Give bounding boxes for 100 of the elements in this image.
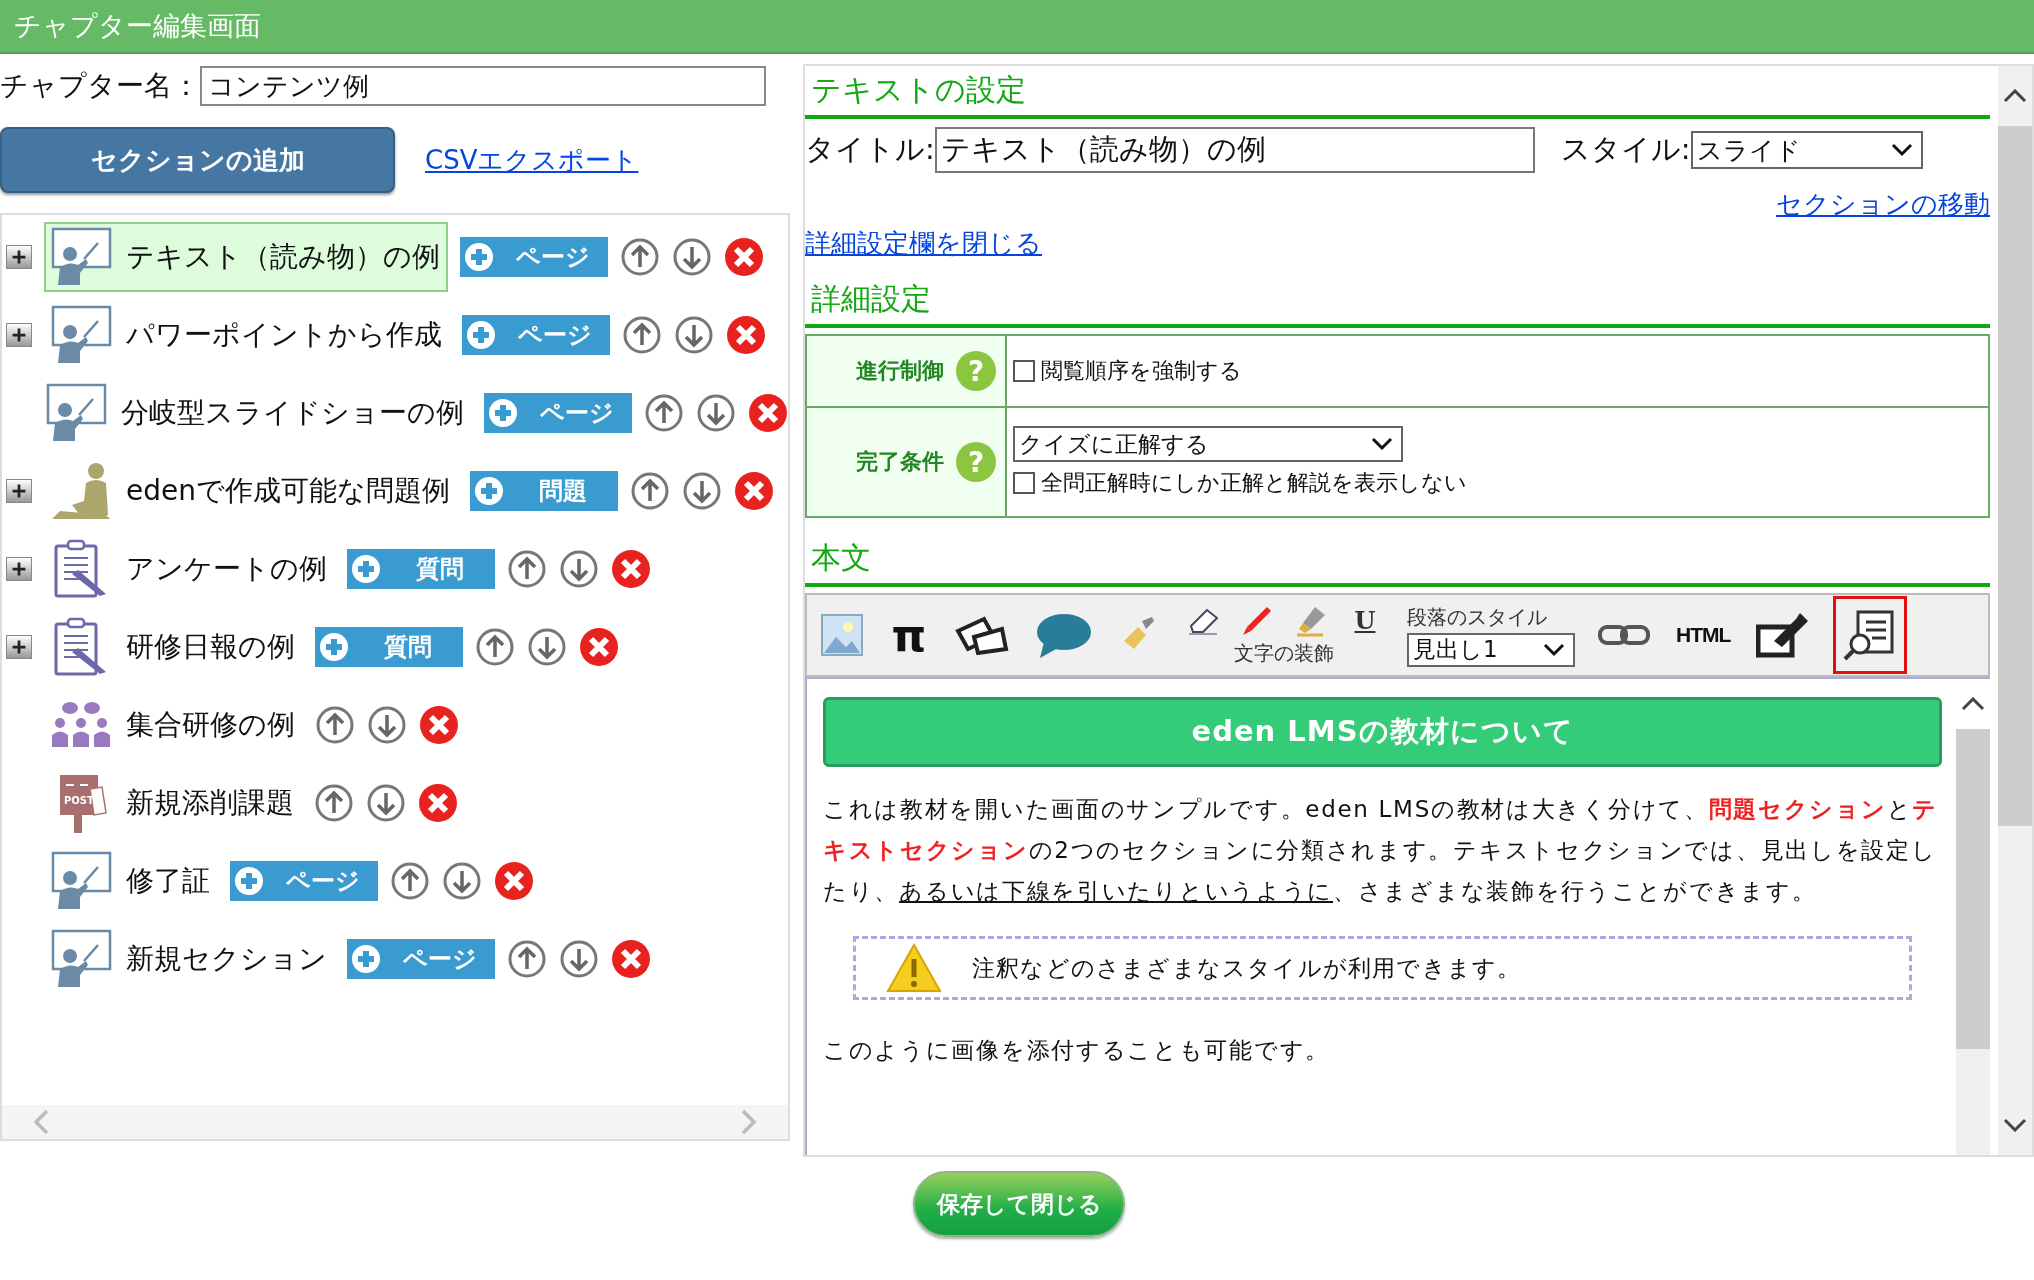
group-people-icon: [50, 701, 112, 749]
move-up-button[interactable]: [622, 315, 662, 355]
teacher-board-icon: [45, 383, 107, 443]
delete-button[interactable]: [418, 783, 458, 823]
toolbar-button[interactable]: U: [1343, 603, 1387, 638]
move-up-button[interactable]: [315, 705, 355, 745]
scroll-up-icon[interactable]: [2003, 89, 2027, 103]
scrollbar-thumb[interactable]: [1956, 729, 1990, 1049]
move-up-button[interactable]: [475, 627, 515, 667]
caret-icon: [1890, 143, 1913, 157]
section-heading: 本文: [805, 534, 1990, 587]
note-text: 注釈などのさまざまなスタイルが利用できます。: [972, 953, 1522, 983]
move-down-button[interactable]: [682, 471, 722, 511]
expand-icon[interactable]: [6, 635, 32, 659]
move-down-button[interactable]: [367, 705, 407, 745]
expand-icon[interactable]: [6, 557, 32, 581]
move-down-button[interactable]: [366, 783, 406, 823]
move-down-button[interactable]: [672, 237, 712, 277]
section-item[interactable]: 分岐型スライドショーの例: [39, 378, 472, 448]
section-heading: テキストの設定: [805, 66, 1990, 119]
move-up-button[interactable]: [507, 549, 547, 589]
pi-icon: π: [891, 609, 927, 661]
expand-icon[interactable]: [6, 245, 32, 269]
toolbar-button[interactable]: [1833, 596, 1908, 674]
chain-link-icon: [1598, 622, 1650, 648]
move-up-button[interactable]: [314, 783, 354, 823]
scroll-up-icon[interactable]: [1961, 697, 1985, 711]
move-down-button[interactable]: [674, 315, 714, 355]
title-field[interactable]: テキスト（読み物）の例: [934, 127, 1535, 173]
section-item[interactable]: アンケートの例: [44, 534, 335, 604]
add-section-button[interactable]: セクションの追加: [0, 127, 395, 193]
move-section-link[interactable]: セクションの移動: [1776, 187, 1990, 222]
completion-dropdown[interactable]: クイズに正解する: [1013, 426, 1403, 462]
delete-button[interactable]: [611, 549, 651, 589]
plus-icon: [351, 554, 381, 584]
plus-icon: [319, 632, 349, 662]
delete-button[interactable]: [579, 627, 619, 667]
highlighter-icon: [1295, 604, 1327, 637]
checkbox[interactable]: [1013, 472, 1035, 494]
section-item[interactable]: 研修日報の例: [44, 612, 303, 682]
plus-icon: [488, 398, 518, 428]
section-item[interactable]: 修了証: [44, 846, 218, 916]
delete-button[interactable]: [734, 471, 774, 511]
move-down-button[interactable]: [696, 393, 736, 433]
checkbox[interactable]: [1013, 360, 1035, 382]
csv-export-link[interactable]: CSVエクスポート: [425, 142, 639, 178]
paragraph-style-dropdown[interactable]: 見出し1: [1407, 632, 1575, 667]
section-item[interactable]: 新規セクション: [44, 924, 335, 994]
style-dropdown[interactable]: スライド: [1690, 131, 1923, 169]
field-label: タイトル:: [805, 131, 935, 168]
move-down-button[interactable]: [559, 939, 599, 979]
section-heading: 詳細設定: [805, 275, 1990, 328]
image-icon: [820, 613, 864, 657]
expand-icon[interactable]: [6, 479, 32, 503]
move-down-button[interactable]: [559, 549, 599, 589]
caret-icon: [1371, 437, 1393, 451]
teacher-board-icon: [50, 305, 112, 365]
checkbox-label: 全問正解時にしか正解と解説を表示しない: [1041, 469, 1467, 497]
move-up-button[interactable]: [620, 237, 660, 277]
plus-icon: [466, 320, 496, 350]
section-item[interactable]: edenで作成可能な問題例: [44, 456, 458, 526]
delete-button[interactable]: [494, 861, 534, 901]
section-item[interactable]: テキスト（読み物）の例: [44, 222, 448, 292]
move-down-button[interactable]: [442, 861, 482, 901]
plus-icon: [351, 944, 381, 974]
window-title: チャプター編集画面: [14, 9, 261, 43]
section-item[interactable]: パワーポイントから作成: [44, 300, 450, 370]
scroll-down-icon[interactable]: [2003, 1118, 2027, 1132]
move-down-button[interactable]: [527, 627, 567, 667]
chapter-name-field[interactable]: コンテンツ例: [200, 66, 766, 106]
delete-button[interactable]: [611, 939, 651, 979]
scrollbar-thumb[interactable]: [1998, 126, 2032, 826]
toolbar-button[interactable]: HTML: [1673, 596, 1734, 674]
toolbar-button[interactable]: π: [887, 596, 931, 674]
setting-label: 完了条件: [856, 448, 944, 476]
delete-button[interactable]: [726, 315, 766, 355]
section-item[interactable]: 集合研修の例: [44, 690, 303, 760]
delete-button[interactable]: [724, 237, 764, 277]
teacher-board-icon: [50, 227, 112, 287]
caret-icon: [1543, 642, 1565, 657]
move-up-button[interactable]: [630, 471, 670, 511]
plus-icon: [464, 242, 494, 272]
section-item[interactable]: POST 新規添削課題: [44, 768, 302, 838]
teacher-board-icon: [50, 851, 112, 911]
move-up-button[interactable]: [390, 861, 430, 901]
person-at-desk-icon: [50, 461, 112, 521]
toolbar-label: 文字の装飾: [1234, 639, 1334, 667]
body-paragraph: これは教材を開いた画面のサンプルです。eden LMSの教材は大きく分けて、問題セクション と テキストセクション の2つのセクションに分類されます。テキストセクションでは、見出しを設定したり、あるいは下線を引いたりというように、さまざまな装飾を行うことができます。: [823, 795, 1939, 906]
toolbar-label: 段落のスタイル: [1407, 603, 1548, 631]
speech-bubble-icon: [1036, 612, 1092, 658]
close-details-link[interactable]: 詳細設定欄を閉じる: [805, 228, 1042, 258]
expand-icon[interactable]: [6, 323, 32, 347]
move-up-button[interactable]: [507, 939, 547, 979]
delete-button[interactable]: [748, 393, 788, 433]
plus-icon: [474, 476, 504, 506]
insert-box-icon: [1756, 611, 1811, 659]
delete-button[interactable]: [419, 705, 459, 745]
body-paragraph: このように画像を添付することも可能です。: [823, 1036, 1331, 1065]
shapes-icon: [954, 615, 1010, 655]
move-up-button[interactable]: [644, 393, 684, 433]
